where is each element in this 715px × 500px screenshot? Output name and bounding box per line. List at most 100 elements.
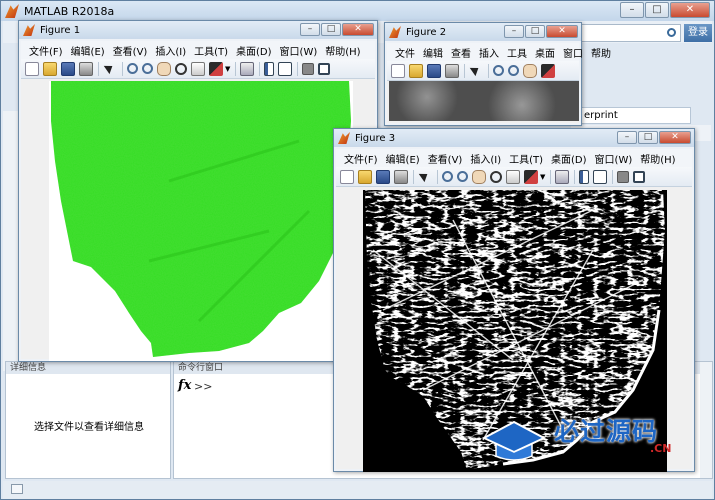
menu-insert[interactable]: 插入(I)	[155, 43, 186, 58]
open-file-icon[interactable]	[358, 169, 372, 184]
figure-2-window[interactable]: Figure 2 – □ ✕ 文件 编辑 查看 插入 工具 桌面 窗口 帮助	[384, 22, 611, 126]
menu-desktop[interactable]: 桌面(D)	[236, 43, 272, 58]
figure-1-canvas[interactable]	[21, 79, 375, 361]
menu-desktop[interactable]: 桌面	[535, 45, 555, 60]
figure-menubar: 文件 编辑 查看 插入 工具 桌面 窗口 帮助	[387, 43, 611, 61]
hide-plot-tools-icon[interactable]	[617, 170, 630, 183]
print-icon[interactable]	[445, 63, 459, 78]
brush-icon[interactable]	[541, 63, 555, 78]
close-button[interactable]: ✕	[342, 23, 374, 36]
figure-toolbar: ▼	[336, 167, 692, 187]
insert-colorbar-icon[interactable]	[264, 61, 275, 76]
menu-desktop[interactable]: 桌面(D)	[551, 151, 587, 166]
close-button[interactable]: ✕	[670, 2, 710, 18]
minimize-button[interactable]: –	[620, 2, 644, 18]
figure-1-window[interactable]: Figure 1 – □ ✕ 文件(F) 编辑(E) 查看(V) 插入(I) 工…	[18, 20, 378, 362]
menu-help[interactable]: 帮助(H)	[325, 43, 360, 58]
command-prompt[interactable]: >>	[194, 380, 212, 393]
print-icon[interactable]	[394, 169, 408, 184]
minimize-button[interactable]: –	[617, 131, 637, 144]
save-icon[interactable]	[61, 61, 75, 76]
menu-insert[interactable]: 插入(I)	[470, 151, 501, 166]
menu-insert[interactable]: 插入	[479, 45, 499, 60]
edit-plot-arrow-icon[interactable]	[103, 62, 117, 76]
menu-view[interactable]: 查看	[451, 45, 471, 60]
figure-3-titlebar[interactable]: Figure 3 – □ ✕	[334, 129, 694, 147]
menu-window[interactable]: 窗口(W)	[595, 151, 633, 166]
open-file-icon[interactable]	[409, 63, 423, 78]
figure-1-titlebar[interactable]: Figure 1 – □ ✕	[19, 21, 377, 39]
minimize-button[interactable]: –	[504, 25, 524, 38]
new-figure-icon[interactable]	[25, 61, 39, 76]
show-plot-tools-icon[interactable]	[633, 170, 646, 183]
edit-plot-arrow-icon[interactable]	[418, 170, 432, 184]
maximize-button[interactable]: □	[645, 2, 669, 18]
edit-plot-arrow-icon[interactable]	[469, 64, 483, 78]
pan-hand-icon[interactable]	[157, 61, 171, 76]
menu-view[interactable]: 查看(V)	[113, 43, 148, 58]
pan-hand-icon[interactable]	[472, 169, 486, 184]
maximize-button[interactable]: □	[321, 23, 341, 36]
menu-help[interactable]: 帮助(H)	[640, 151, 675, 166]
save-icon[interactable]	[376, 169, 390, 184]
menu-file[interactable]: 文件(F)	[344, 151, 378, 166]
maximize-button[interactable]: □	[638, 131, 658, 144]
close-button[interactable]: ✕	[659, 131, 691, 144]
login-button[interactable]: 登录	[684, 24, 712, 42]
menu-file[interactable]: 文件	[395, 45, 415, 60]
save-icon[interactable]	[427, 63, 441, 78]
insert-colorbar-icon[interactable]	[579, 169, 590, 184]
brush-icon[interactable]	[209, 61, 223, 76]
data-cursor-icon[interactable]	[191, 61, 205, 76]
menu-edit[interactable]: 编辑(E)	[386, 151, 420, 166]
link-plot-icon[interactable]	[555, 169, 570, 184]
details-panel: 详细信息 选择文件以查看详细信息	[5, 361, 171, 479]
zoom-in-icon[interactable]	[442, 171, 453, 182]
menu-window[interactable]: 窗口	[563, 45, 583, 60]
zoom-out-icon[interactable]	[142, 63, 153, 74]
zoom-out-icon[interactable]	[508, 65, 519, 76]
insert-legend-icon[interactable]	[593, 169, 608, 184]
rotate-3d-icon[interactable]	[175, 62, 187, 75]
maximize-button[interactable]: □	[525, 25, 545, 38]
minimize-button[interactable]: –	[300, 23, 320, 36]
hide-plot-tools-icon[interactable]	[302, 62, 315, 75]
link-plot-icon[interactable]	[240, 61, 255, 76]
pan-hand-icon[interactable]	[523, 63, 537, 78]
menu-file[interactable]: 文件(F)	[29, 43, 63, 58]
zoom-in-icon[interactable]	[493, 65, 504, 76]
data-cursor-icon[interactable]	[506, 169, 520, 184]
show-plot-tools-icon[interactable]	[318, 62, 331, 75]
chevron-down-icon[interactable]: ▼	[225, 65, 230, 73]
menu-edit[interactable]: 编辑(E)	[71, 43, 105, 58]
close-button[interactable]: ✕	[546, 25, 578, 38]
search-icon[interactable]	[667, 28, 676, 37]
menu-tools[interactable]: 工具	[507, 45, 527, 60]
current-folder-path[interactable]: erprint	[571, 107, 691, 124]
zoom-in-icon[interactable]	[127, 63, 138, 74]
figure-2-titlebar[interactable]: Figure 2 – □ ✕	[385, 23, 581, 41]
menu-view[interactable]: 查看(V)	[428, 151, 463, 166]
menu-tools[interactable]: 工具(T)	[194, 43, 228, 58]
toolbar-separator	[98, 61, 99, 76]
open-file-icon[interactable]	[43, 61, 57, 76]
toolbar-separator	[550, 169, 552, 184]
menu-window[interactable]: 窗口(W)	[280, 43, 318, 58]
chevron-down-icon[interactable]: ▼	[540, 173, 545, 181]
details-message: 选择文件以查看详细信息	[34, 422, 144, 433]
menu-edit[interactable]: 编辑	[423, 45, 443, 60]
menu-tools[interactable]: 工具(T)	[509, 151, 543, 166]
new-figure-icon[interactable]	[340, 169, 354, 184]
print-icon[interactable]	[79, 61, 93, 76]
main-titlebar[interactable]: MATLAB R2018a – □ ✕	[1, 1, 714, 21]
fx-icon[interactable]: fx	[178, 378, 191, 393]
status-bar	[3, 481, 712, 499]
zoom-out-icon[interactable]	[457, 171, 468, 182]
command-scrollbar[interactable]	[700, 362, 712, 478]
insert-legend-icon[interactable]	[278, 61, 293, 76]
rotate-3d-icon[interactable]	[490, 170, 502, 183]
new-figure-icon[interactable]	[391, 63, 405, 78]
figure-2-canvas[interactable]	[387, 81, 579, 123]
brush-icon[interactable]	[524, 169, 538, 184]
menu-help[interactable]: 帮助	[591, 45, 611, 60]
